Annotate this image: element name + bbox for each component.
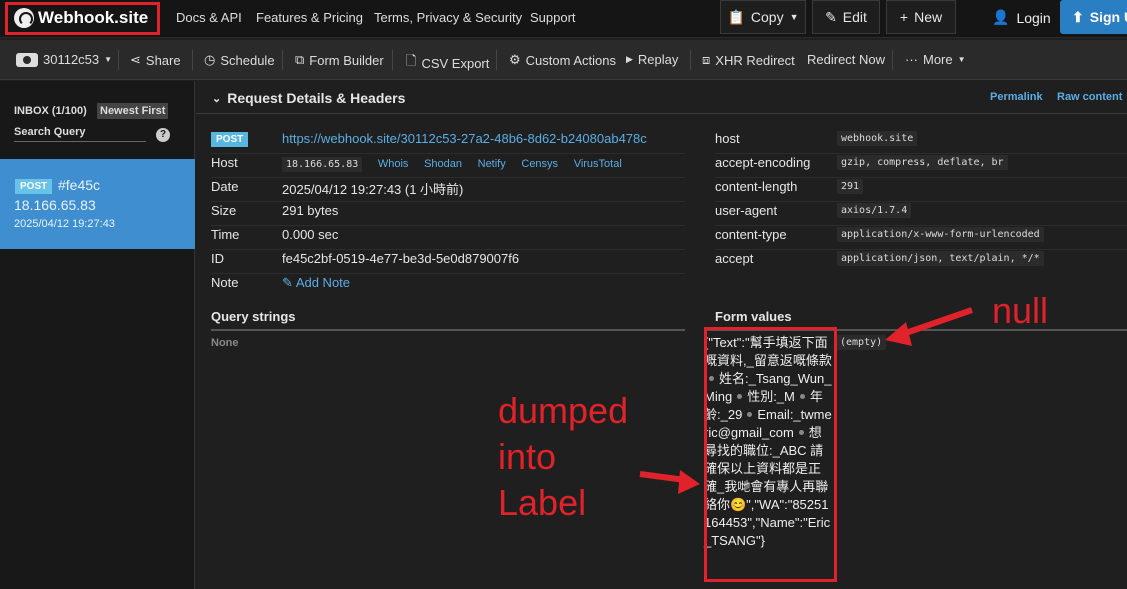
- header-row: content-type application/x-www-form-urle…: [715, 227, 1127, 251]
- divider: [211, 329, 685, 331]
- time-label: Time: [211, 227, 240, 242]
- header-row: host webhook.site: [715, 131, 1127, 155]
- caret-down-icon: ▼: [104, 55, 113, 64]
- form-icon: ⧉: [295, 52, 305, 67]
- censys-link[interactable]: Censys: [521, 158, 558, 170]
- form-builder-button[interactable]: ⧉ Form Builder: [295, 52, 384, 68]
- header-row: user-agent axios/1.7.4: [715, 203, 1127, 227]
- null-annotation: null: [992, 290, 1049, 331]
- share-icon: ⋖: [130, 52, 141, 67]
- ellipsis-icon: ···: [905, 52, 918, 67]
- login-link[interactable]: 👤 Login: [992, 9, 1051, 26]
- edit-icon: ✎: [825, 8, 837, 25]
- netify-link[interactable]: Netify: [478, 158, 506, 170]
- request-date: 2025/04/12 19:27:43: [14, 218, 115, 230]
- whois-link[interactable]: Whois: [378, 158, 409, 170]
- help-icon[interactable]: ?: [156, 128, 170, 142]
- inbox-count: INBOX (1/100): [14, 105, 87, 117]
- copy-button[interactable]: 📋 Copy ▼: [720, 0, 806, 34]
- brand-highlight-box: [5, 2, 160, 35]
- method-badge: POST: [211, 132, 249, 147]
- request-url[interactable]: https://webhook.site/30112c53-27a2-48b6-…: [282, 131, 647, 146]
- date-label: Date: [211, 179, 239, 194]
- request-details-panel: ⌄ Request Details & Headers Permalink Ra…: [196, 81, 1127, 589]
- time-value: 0.000 sec: [282, 227, 339, 242]
- shodan-link[interactable]: Shodan: [424, 158, 462, 170]
- more-dropdown[interactable]: ··· More ▼: [905, 52, 966, 67]
- date-value: 2025/04/12 19:27:43 (1 小時前): [282, 182, 464, 197]
- top-navbar: Webhook.site Docs & API Features & Prici…: [0, 0, 1127, 38]
- edit-button[interactable]: ✎ Edit: [812, 0, 880, 34]
- plus-icon: +: [899, 9, 909, 25]
- action-toolbar: 30112c53 ▼ ⋖ Share ◷ Schedule ⧉ Form Builde…: [0, 40, 1127, 80]
- chevron-down-icon: ⌄: [212, 92, 222, 105]
- clipboard-icon: 📋: [727, 8, 745, 25]
- id-row: ID fe45c2bf-0519-4e77-be3d-5e0d879007f6: [211, 251, 685, 275]
- method-badge: POST: [15, 179, 53, 194]
- caret-down-icon: ▼: [957, 55, 966, 64]
- query-strings-title: Query strings: [211, 309, 296, 324]
- share-button[interactable]: ⋖ Share: [130, 52, 181, 68]
- size-row: Size 291 bytes: [211, 203, 685, 227]
- search-query-input[interactable]: Search Query: [14, 126, 146, 142]
- signup-icon: ⬆: [1072, 8, 1084, 25]
- size-value: 291 bytes: [282, 203, 339, 218]
- date-row: Date 2025/04/12 19:27:43 (1 小時前): [211, 179, 685, 203]
- custom-actions-button[interactable]: ⚙ Custom Actions: [509, 52, 616, 68]
- nav-terms[interactable]: Terms, Privacy & Security: [374, 10, 522, 25]
- form-key-highlight-box: [704, 327, 837, 582]
- time-row: Time 0.000 sec: [211, 227, 685, 251]
- replay-button[interactable]: ▶ Replay: [626, 52, 678, 67]
- token-dropdown[interactable]: 30112c53 ▼: [16, 52, 112, 67]
- host-ip: 18.166.65.83: [282, 157, 363, 172]
- redirect-now-button[interactable]: Redirect Now: [807, 52, 885, 67]
- new-button[interactable]: + New: [886, 0, 956, 34]
- id-value: fe45c2bf-0519-4e77-be3d-5e0d879007f6: [282, 251, 520, 266]
- clock-icon: ◷: [204, 52, 216, 67]
- token-icon: [16, 52, 38, 67]
- id-label: ID: [211, 251, 224, 266]
- host-value-group: 18.166.65.83 Whois Shodan Netify Censys …: [282, 155, 622, 172]
- panel-header: ⌄ Request Details & Headers Permalink Ra…: [196, 81, 1127, 114]
- note-label: Note: [211, 275, 239, 290]
- sort-order-button[interactable]: Newest First: [97, 103, 169, 119]
- csv-export-button[interactable]: 🗋 CSV Export: [406, 52, 489, 74]
- header-row: accept application/json, text/plain, */*: [715, 251, 1125, 275]
- nav-features-pricing[interactable]: Features & Pricing: [256, 10, 363, 25]
- nav-support[interactable]: Support: [530, 10, 576, 25]
- url-row: POST https://webhook.site/30112c53-27a2-…: [211, 131, 685, 155]
- query-none: None: [211, 337, 239, 349]
- form-values-title: Form values: [715, 309, 792, 324]
- request-list-item[interactable]: POST #fe45c 18.166.65.83 2025/04/12 19:2…: [0, 159, 195, 249]
- dumped-annotation: dumped into Label: [498, 390, 629, 523]
- header-row: accept-encoding gzip, compress, deflate,…: [715, 155, 1127, 179]
- add-note-link[interactable]: ✎ Add Note: [282, 275, 350, 291]
- header-row: content-length 291: [715, 179, 1127, 203]
- request-sidebar: INBOX (1/100) Newest First Search Query …: [0, 81, 195, 589]
- user-icon: 👤: [992, 9, 1010, 25]
- file-icon: 🗋: [406, 53, 417, 68]
- nav-docs-api[interactable]: Docs & API: [176, 10, 242, 25]
- signup-button[interactable]: ⬆ Sign U: [1060, 0, 1127, 34]
- redirect-icon: ⧈: [702, 52, 711, 67]
- xhr-redirect-button[interactable]: ⧈ XHR Redirect: [702, 52, 795, 68]
- caret-down-icon: ▼: [789, 12, 799, 22]
- size-label: Size: [211, 203, 237, 218]
- schedule-button[interactable]: ◷ Schedule: [204, 52, 275, 68]
- note-row: Note ✎ Add Note: [211, 275, 685, 299]
- panel-title-toggle[interactable]: ⌄ Request Details & Headers: [212, 90, 405, 106]
- form-value-empty: (empty): [836, 335, 887, 350]
- raw-content-link[interactable]: Raw content: [1057, 91, 1122, 103]
- gear-icon: ⚙: [509, 52, 521, 67]
- virustotal-link[interactable]: VirusTotal: [574, 158, 622, 170]
- host-label: Host: [211, 155, 238, 170]
- pencil-icon: ✎: [282, 275, 293, 290]
- permalink-link[interactable]: Permalink: [990, 91, 1043, 103]
- host-row: Host 18.166.65.83 Whois Shodan Netify Ce…: [211, 155, 685, 179]
- request-hash: #fe45c: [58, 177, 101, 193]
- play-icon: ▶: [626, 54, 633, 64]
- request-ip: 18.166.65.83: [14, 197, 96, 213]
